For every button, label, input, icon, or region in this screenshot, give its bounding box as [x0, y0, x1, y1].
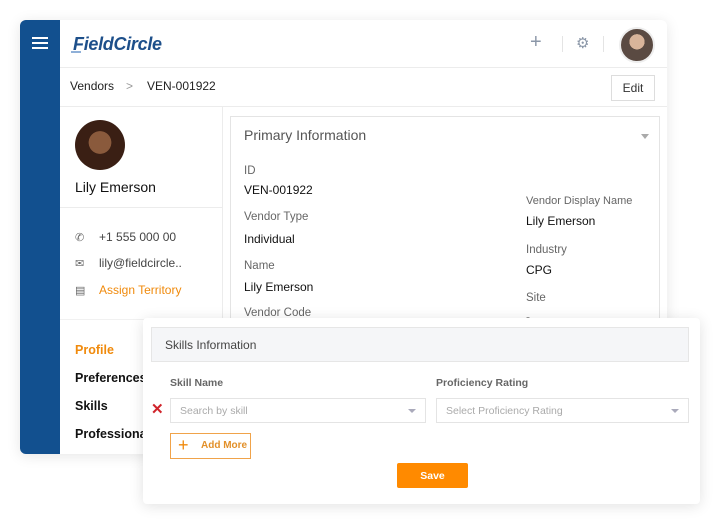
proficiency-rating-select[interactable]: Select Proficiency Rating	[436, 398, 689, 423]
email-value: lily@fieldcircle..	[99, 256, 182, 270]
collapse-caret-icon[interactable]	[641, 134, 649, 139]
breadcrumb-current: VEN-001922	[147, 79, 216, 93]
remove-skill-icon[interactable]: ✕	[151, 400, 164, 418]
phone-row: ✆ +1 555 000 00	[75, 230, 176, 244]
field-value-id: VEN-001922	[244, 183, 313, 197]
edit-button[interactable]: Edit	[611, 75, 655, 101]
phone-value: +1 555 000 00	[99, 230, 177, 244]
breadcrumb: Vendors > VEN-001922 Edit	[60, 68, 667, 107]
chevron-right-icon: >	[126, 79, 134, 93]
breadcrumb-vendors[interactable]: Vendors	[70, 79, 114, 93]
skills-title: Skills Information	[165, 338, 257, 352]
section-title: Primary Information	[244, 127, 367, 143]
skill-search-placeholder: Search by skill	[180, 405, 248, 417]
vendor-name: Lily Emerson	[75, 179, 156, 195]
menu-icon[interactable]	[32, 37, 48, 49]
document-icon: ▤	[75, 285, 86, 297]
brand-logo[interactable]: FieldCircle	[71, 34, 162, 55]
add-more-button[interactable]: + Add More	[170, 433, 251, 459]
nav-preferences[interactable]: Preferences	[75, 371, 147, 385]
nav-profile[interactable]: Profile	[75, 343, 114, 357]
chevron-down-icon	[671, 409, 679, 413]
mail-icon: ✉	[75, 258, 85, 270]
field-label-site: Site	[526, 292, 546, 304]
nav-skills[interactable]: Skills	[75, 399, 108, 413]
save-button[interactable]: Save	[397, 463, 468, 488]
skill-name-label: Skill Name	[170, 377, 224, 389]
divider	[60, 207, 222, 208]
vendor-avatar	[75, 120, 125, 170]
top-bar: FieldCircle + ⚙	[60, 20, 667, 68]
plus-icon[interactable]: +	[530, 31, 542, 54]
field-value-display-name: Lily Emerson	[526, 214, 596, 228]
divider	[603, 36, 604, 52]
proficiency-placeholder: Select Proficiency Rating	[446, 405, 563, 417]
field-value-name: Lily Emerson	[244, 280, 314, 294]
assign-territory-label: Assign Territory	[99, 283, 182, 297]
proficiency-rating-label: Proficiency Rating	[436, 377, 529, 389]
field-label-vendor-type: Vendor Type	[244, 211, 309, 223]
user-avatar[interactable]	[619, 27, 655, 63]
field-value-industry: CPG	[526, 263, 553, 277]
skill-search-select[interactable]: Search by skill	[170, 398, 426, 423]
skills-information-card: Skills Information Skill Name Proficienc…	[143, 318, 700, 504]
side-rail	[20, 20, 60, 454]
field-label-name: Name	[244, 260, 275, 272]
divider	[562, 36, 563, 52]
plus-icon: +	[178, 435, 189, 455]
add-more-label: Add More	[201, 440, 248, 451]
chevron-down-icon	[408, 409, 416, 413]
brand-name: FieldCircle	[73, 34, 162, 54]
phone-icon: ✆	[75, 232, 85, 244]
field-value-vendor-type: Individual	[244, 232, 295, 246]
field-label-industry: Industry	[526, 244, 567, 256]
email-row: ✉ lily@fieldcircle..	[75, 256, 182, 270]
field-label-display-name: Vendor Display Name	[526, 195, 633, 207]
skills-header: Skills Information	[151, 327, 689, 362]
gear-icon[interactable]: ⚙	[576, 34, 589, 52]
nav-professional[interactable]: Professiona	[75, 427, 147, 441]
field-label-id: ID	[244, 165, 256, 177]
assign-territory-link[interactable]: ▤ Assign Territory	[75, 283, 181, 297]
